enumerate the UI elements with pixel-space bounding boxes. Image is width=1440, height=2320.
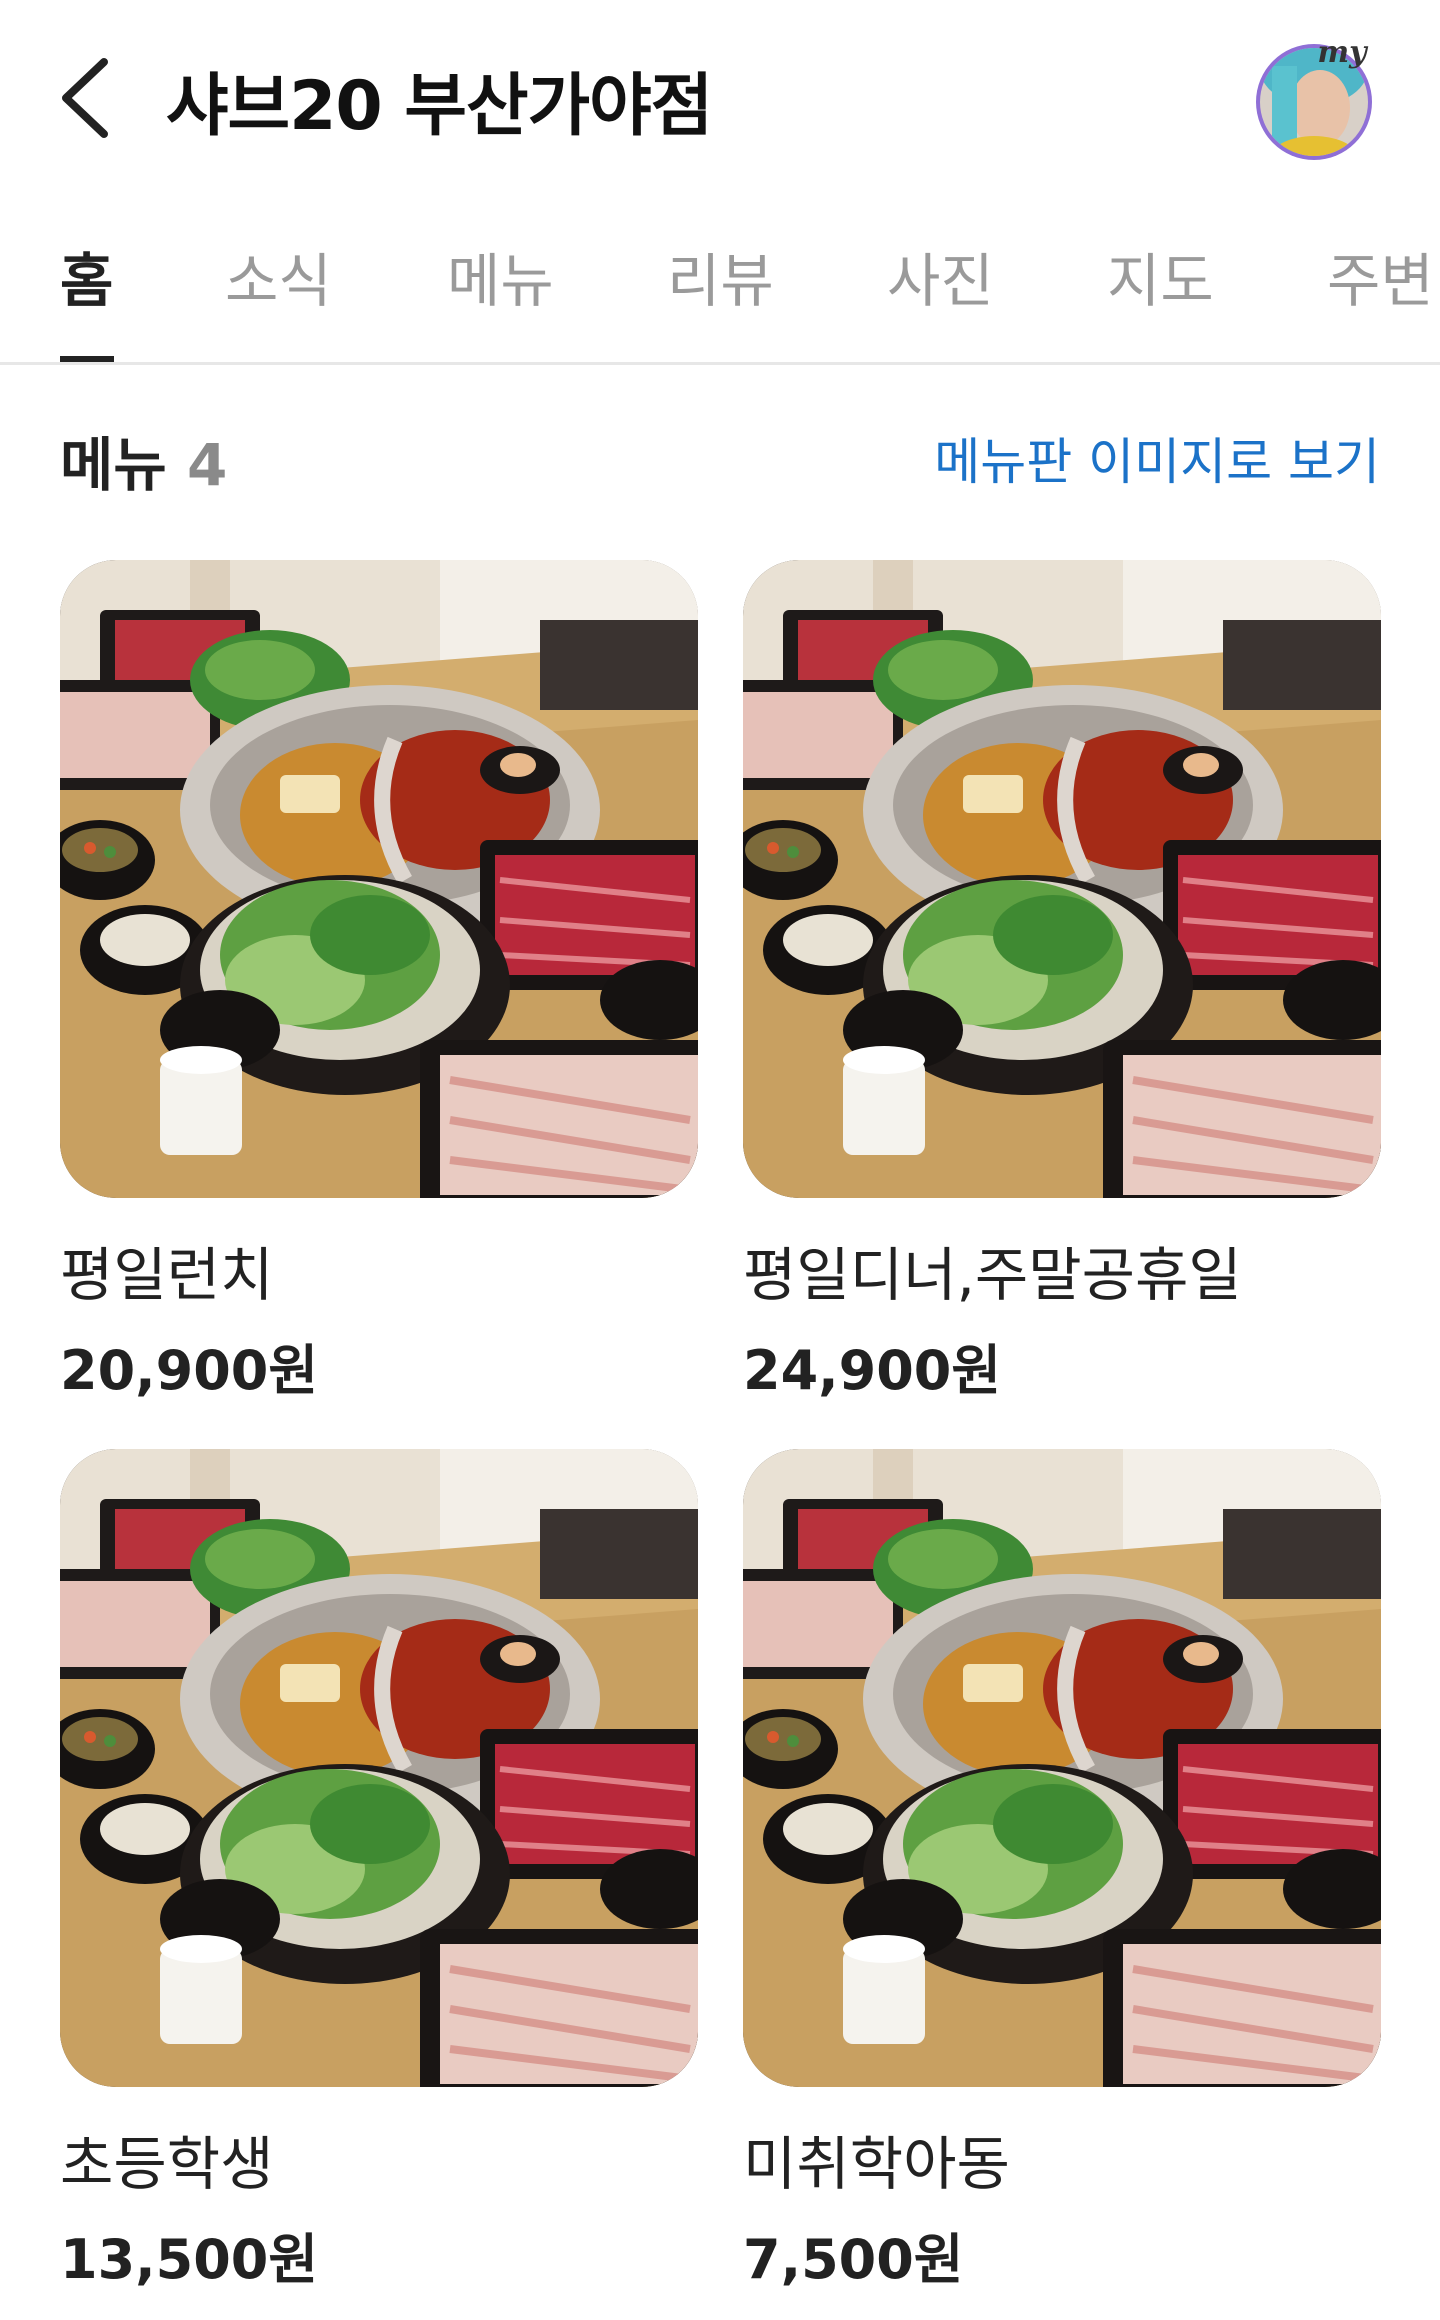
tab-news[interactable]: 소식	[225, 234, 332, 318]
menu-item-name: 미취학아동	[743, 2130, 1010, 2198]
menu-item-price: 20,900원	[60, 1339, 319, 1402]
menu-item-photo	[60, 560, 698, 1198]
menu-item-name: 초등학생	[60, 2130, 274, 2198]
menu-item-price: 7,500원	[743, 2228, 964, 2291]
avatar[interactable]: my	[1252, 35, 1376, 160]
profile-avatar-icon: my	[1256, 35, 1372, 160]
avatar-badge: my	[1317, 36, 1369, 70]
menu-item-card[interactable]: 초등학생 13,500원	[60, 1449, 698, 2294]
active-tab-indicator	[60, 356, 114, 362]
view-menu-board-link[interactable]: 메뉴판 이미지로 보기	[934, 422, 1380, 494]
menu-item-photo	[60, 1449, 698, 2087]
menu-item-card[interactable]: 평일런치 20,900원	[60, 560, 698, 1405]
tab-photos[interactable]: 사진	[887, 234, 994, 318]
menu-item-card[interactable]: 미취학아동 7,500원	[743, 1449, 1381, 2294]
menu-item-photo	[743, 1449, 1381, 2087]
top-app-bar: 샤브20 부산가야점 my	[0, 0, 1440, 190]
menu-item-name: 평일런치	[60, 1241, 274, 1309]
tab-reviews[interactable]: 리뷰	[667, 234, 774, 318]
menu-count: 4	[186, 431, 228, 499]
tab-bar: 홈 소식 메뉴 리뷰 사진 지도 주변	[0, 220, 1440, 365]
menu-section-label: 메뉴	[60, 431, 167, 499]
menu-item-price: 24,900원	[743, 1339, 1002, 1402]
tab-menu[interactable]: 메뉴	[447, 234, 554, 318]
menu-section-title: 메뉴 4	[60, 418, 227, 502]
menu-item-name: 평일디너,주말공휴일	[743, 1241, 1242, 1309]
menu-item-photo	[743, 560, 1381, 1198]
chevron-left-icon	[62, 58, 108, 138]
tab-home[interactable]: 홈	[60, 234, 113, 318]
menu-item-card[interactable]: 평일디너,주말공휴일 24,900원	[743, 560, 1381, 1405]
menu-item-price: 13,500원	[60, 2228, 319, 2291]
back-button[interactable]	[52, 50, 132, 140]
page-title: 샤브20 부산가야점	[166, 67, 713, 146]
tab-map[interactable]: 지도	[1107, 234, 1214, 318]
tab-nearby[interactable]: 주변	[1327, 234, 1434, 318]
